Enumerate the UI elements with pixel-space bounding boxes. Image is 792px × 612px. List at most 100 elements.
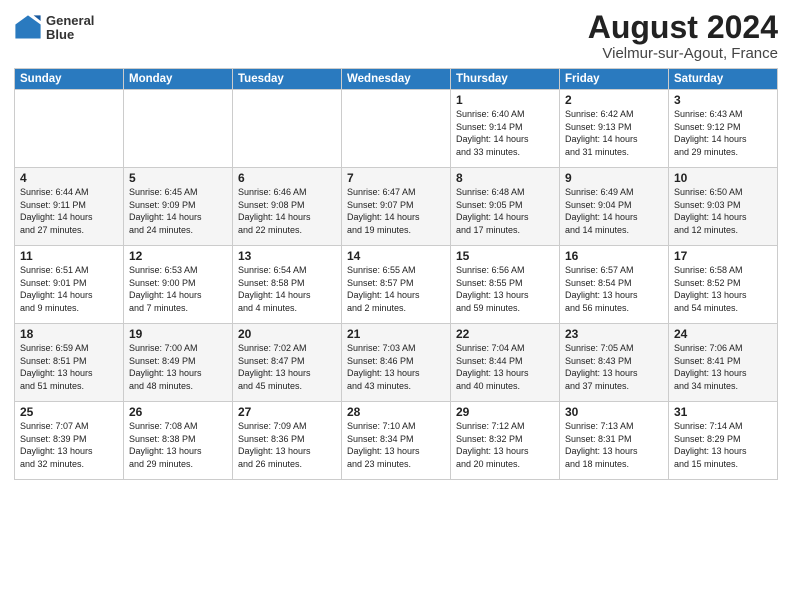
- day-number: 11: [20, 249, 118, 263]
- day-info: Sunrise: 6:50 AMSunset: 9:03 PMDaylight:…: [674, 186, 772, 236]
- calendar-cell: 26Sunrise: 7:08 AMSunset: 8:38 PMDayligh…: [124, 402, 233, 480]
- day-number: 26: [129, 405, 227, 419]
- calendar-cell: 10Sunrise: 6:50 AMSunset: 9:03 PMDayligh…: [669, 168, 778, 246]
- header-day: Tuesday: [233, 69, 342, 90]
- logo-line2: Blue: [46, 28, 94, 42]
- day-number: 24: [674, 327, 772, 341]
- calendar-cell: 18Sunrise: 6:59 AMSunset: 8:51 PMDayligh…: [15, 324, 124, 402]
- logo-line1: General: [46, 14, 94, 28]
- day-info: Sunrise: 6:51 AMSunset: 9:01 PMDaylight:…: [20, 264, 118, 314]
- day-info: Sunrise: 7:08 AMSunset: 8:38 PMDaylight:…: [129, 420, 227, 470]
- page: General Blue August 2024 Vielmur-sur-Ago…: [0, 0, 792, 612]
- day-info: Sunrise: 7:12 AMSunset: 8:32 PMDaylight:…: [456, 420, 554, 470]
- header-day: Saturday: [669, 69, 778, 90]
- header: General Blue August 2024 Vielmur-sur-Ago…: [14, 10, 778, 62]
- day-info: Sunrise: 7:09 AMSunset: 8:36 PMDaylight:…: [238, 420, 336, 470]
- day-number: 16: [565, 249, 663, 263]
- day-number: 19: [129, 327, 227, 341]
- calendar-cell: 29Sunrise: 7:12 AMSunset: 8:32 PMDayligh…: [451, 402, 560, 480]
- day-number: 21: [347, 327, 445, 341]
- calendar-cell: 6Sunrise: 6:46 AMSunset: 9:08 PMDaylight…: [233, 168, 342, 246]
- day-number: 25: [20, 405, 118, 419]
- day-info: Sunrise: 6:54 AMSunset: 8:58 PMDaylight:…: [238, 264, 336, 314]
- day-number: 30: [565, 405, 663, 419]
- day-number: 10: [674, 171, 772, 185]
- calendar-cell: 21Sunrise: 7:03 AMSunset: 8:46 PMDayligh…: [342, 324, 451, 402]
- calendar-cell: 23Sunrise: 7:05 AMSunset: 8:43 PMDayligh…: [560, 324, 669, 402]
- day-number: 15: [456, 249, 554, 263]
- day-number: 28: [347, 405, 445, 419]
- day-number: 23: [565, 327, 663, 341]
- day-number: 13: [238, 249, 336, 263]
- title-block: August 2024 Vielmur-sur-Agout, France: [588, 10, 778, 62]
- day-info: Sunrise: 7:04 AMSunset: 8:44 PMDaylight:…: [456, 342, 554, 392]
- calendar-cell: [233, 90, 342, 168]
- day-info: Sunrise: 6:40 AMSunset: 9:14 PMDaylight:…: [456, 108, 554, 158]
- day-number: 8: [456, 171, 554, 185]
- logo: General Blue: [14, 14, 94, 43]
- day-number: 5: [129, 171, 227, 185]
- calendar-week-row: 4Sunrise: 6:44 AMSunset: 9:11 PMDaylight…: [15, 168, 778, 246]
- day-info: Sunrise: 6:46 AMSunset: 9:08 PMDaylight:…: [238, 186, 336, 236]
- calendar-table: SundayMondayTuesdayWednesdayThursdayFrid…: [14, 68, 778, 480]
- calendar-body: 1Sunrise: 6:40 AMSunset: 9:14 PMDaylight…: [15, 90, 778, 480]
- day-info: Sunrise: 7:13 AMSunset: 8:31 PMDaylight:…: [565, 420, 663, 470]
- calendar-cell: 17Sunrise: 6:58 AMSunset: 8:52 PMDayligh…: [669, 246, 778, 324]
- calendar-cell: [342, 90, 451, 168]
- day-number: 2: [565, 93, 663, 107]
- day-info: Sunrise: 6:53 AMSunset: 9:00 PMDaylight:…: [129, 264, 227, 314]
- calendar-cell: 11Sunrise: 6:51 AMSunset: 9:01 PMDayligh…: [15, 246, 124, 324]
- calendar-cell: 31Sunrise: 7:14 AMSunset: 8:29 PMDayligh…: [669, 402, 778, 480]
- calendar-cell: [15, 90, 124, 168]
- calendar-cell: 15Sunrise: 6:56 AMSunset: 8:55 PMDayligh…: [451, 246, 560, 324]
- day-info: Sunrise: 6:56 AMSunset: 8:55 PMDaylight:…: [456, 264, 554, 314]
- logo-icon: [14, 14, 42, 42]
- calendar-cell: 4Sunrise: 6:44 AMSunset: 9:11 PMDaylight…: [15, 168, 124, 246]
- calendar-cell: 16Sunrise: 6:57 AMSunset: 8:54 PMDayligh…: [560, 246, 669, 324]
- header-row: SundayMondayTuesdayWednesdayThursdayFrid…: [15, 69, 778, 90]
- day-number: 31: [674, 405, 772, 419]
- day-info: Sunrise: 7:00 AMSunset: 8:49 PMDaylight:…: [129, 342, 227, 392]
- calendar-cell: 8Sunrise: 6:48 AMSunset: 9:05 PMDaylight…: [451, 168, 560, 246]
- calendar-week-row: 1Sunrise: 6:40 AMSunset: 9:14 PMDaylight…: [15, 90, 778, 168]
- day-number: 14: [347, 249, 445, 263]
- day-info: Sunrise: 7:07 AMSunset: 8:39 PMDaylight:…: [20, 420, 118, 470]
- day-info: Sunrise: 6:48 AMSunset: 9:05 PMDaylight:…: [456, 186, 554, 236]
- calendar-cell: 22Sunrise: 7:04 AMSunset: 8:44 PMDayligh…: [451, 324, 560, 402]
- day-number: 20: [238, 327, 336, 341]
- day-info: Sunrise: 6:43 AMSunset: 9:12 PMDaylight:…: [674, 108, 772, 158]
- calendar-cell: 24Sunrise: 7:06 AMSunset: 8:41 PMDayligh…: [669, 324, 778, 402]
- day-info: Sunrise: 7:03 AMSunset: 8:46 PMDaylight:…: [347, 342, 445, 392]
- day-info: Sunrise: 6:44 AMSunset: 9:11 PMDaylight:…: [20, 186, 118, 236]
- logo-text: General Blue: [46, 14, 94, 43]
- calendar-cell: 1Sunrise: 6:40 AMSunset: 9:14 PMDaylight…: [451, 90, 560, 168]
- header-day: Monday: [124, 69, 233, 90]
- calendar-week-row: 25Sunrise: 7:07 AMSunset: 8:39 PMDayligh…: [15, 402, 778, 480]
- day-info: Sunrise: 6:49 AMSunset: 9:04 PMDaylight:…: [565, 186, 663, 236]
- calendar-cell: 3Sunrise: 6:43 AMSunset: 9:12 PMDaylight…: [669, 90, 778, 168]
- day-number: 6: [238, 171, 336, 185]
- header-day: Wednesday: [342, 69, 451, 90]
- day-number: 22: [456, 327, 554, 341]
- calendar-week-row: 11Sunrise: 6:51 AMSunset: 9:01 PMDayligh…: [15, 246, 778, 324]
- calendar-cell: 7Sunrise: 6:47 AMSunset: 9:07 PMDaylight…: [342, 168, 451, 246]
- calendar-cell: 9Sunrise: 6:49 AMSunset: 9:04 PMDaylight…: [560, 168, 669, 246]
- day-number: 1: [456, 93, 554, 107]
- day-number: 3: [674, 93, 772, 107]
- header-day: Thursday: [451, 69, 560, 90]
- day-number: 12: [129, 249, 227, 263]
- day-info: Sunrise: 7:10 AMSunset: 8:34 PMDaylight:…: [347, 420, 445, 470]
- day-info: Sunrise: 7:02 AMSunset: 8:47 PMDaylight:…: [238, 342, 336, 392]
- day-info: Sunrise: 6:55 AMSunset: 8:57 PMDaylight:…: [347, 264, 445, 314]
- calendar-week-row: 18Sunrise: 6:59 AMSunset: 8:51 PMDayligh…: [15, 324, 778, 402]
- day-info: Sunrise: 6:58 AMSunset: 8:52 PMDaylight:…: [674, 264, 772, 314]
- calendar-cell: 19Sunrise: 7:00 AMSunset: 8:49 PMDayligh…: [124, 324, 233, 402]
- day-info: Sunrise: 6:57 AMSunset: 8:54 PMDaylight:…: [565, 264, 663, 314]
- calendar-cell: 27Sunrise: 7:09 AMSunset: 8:36 PMDayligh…: [233, 402, 342, 480]
- header-day: Sunday: [15, 69, 124, 90]
- calendar-cell: 28Sunrise: 7:10 AMSunset: 8:34 PMDayligh…: [342, 402, 451, 480]
- main-title: August 2024: [588, 10, 778, 45]
- day-number: 27: [238, 405, 336, 419]
- day-info: Sunrise: 6:42 AMSunset: 9:13 PMDaylight:…: [565, 108, 663, 158]
- calendar-cell: 13Sunrise: 6:54 AMSunset: 8:58 PMDayligh…: [233, 246, 342, 324]
